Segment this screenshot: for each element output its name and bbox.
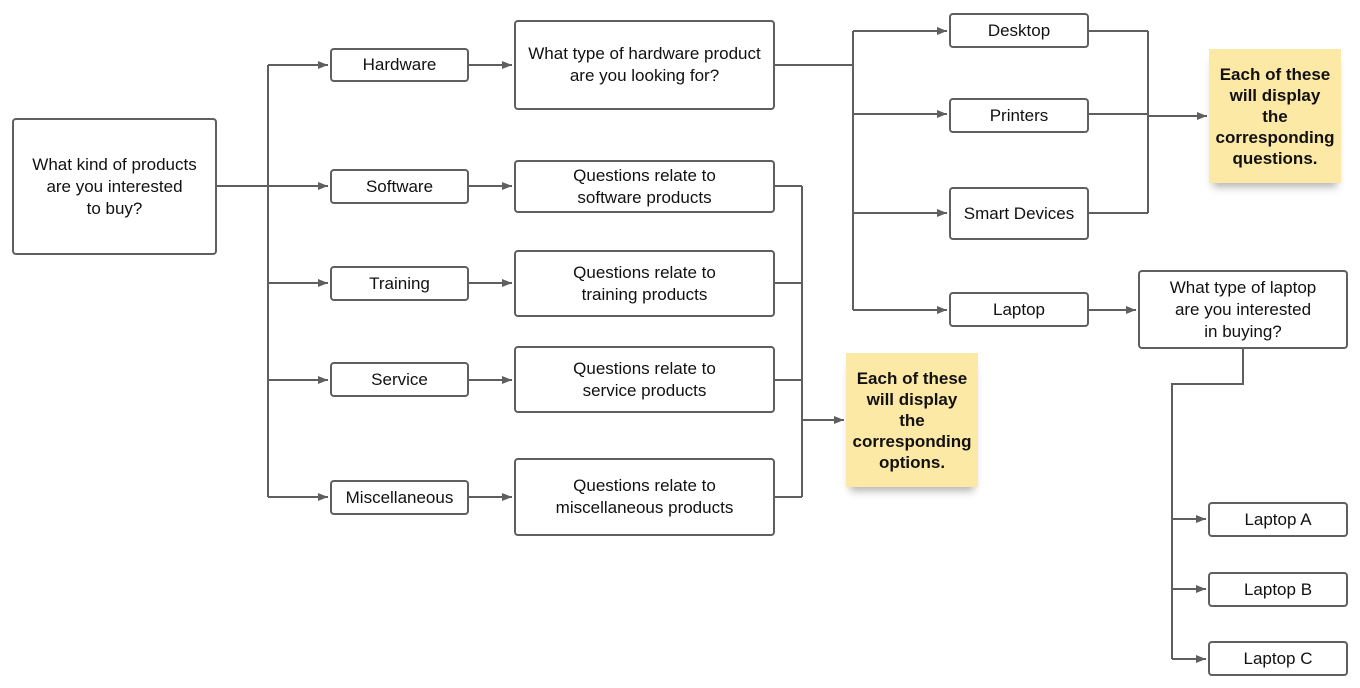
service-questions-node: Questions relate to service products bbox=[514, 346, 775, 413]
root-question-node: What kind of products are you interested… bbox=[12, 118, 217, 255]
laptop-c-node: Laptop C bbox=[1208, 641, 1348, 676]
software-questions-node: Questions relate to software products bbox=[514, 160, 775, 213]
connector bbox=[1089, 30, 1149, 214]
laptop-question-node: What type of laptop are you interested i… bbox=[1138, 270, 1348, 349]
laptop-a-node: Laptop A bbox=[1208, 502, 1348, 537]
questions-sticky-note: Each of these will display the correspon… bbox=[1209, 49, 1341, 183]
laptop-node: Laptop bbox=[949, 292, 1089, 327]
connector bbox=[775, 31, 854, 310]
service-node: Service bbox=[330, 362, 469, 397]
options-sticky-note: Each of these will display the correspon… bbox=[846, 353, 978, 487]
printers-node: Printers bbox=[949, 98, 1089, 133]
training-node: Training bbox=[330, 266, 469, 301]
miscellaneous-questions-node: Questions relate to miscellaneous produc… bbox=[514, 458, 775, 536]
smart-devices-node: Smart Devices bbox=[949, 187, 1089, 240]
connector bbox=[775, 185, 803, 498]
desktop-node: Desktop bbox=[949, 13, 1089, 48]
miscellaneous-node: Miscellaneous bbox=[330, 480, 469, 515]
laptop-b-node: Laptop B bbox=[1208, 572, 1348, 607]
training-questions-node: Questions relate to training products bbox=[514, 250, 775, 317]
software-node: Software bbox=[330, 169, 469, 204]
hardware-node: Hardware bbox=[330, 48, 469, 82]
hardware-question-node: What type of hardware product are you lo… bbox=[514, 20, 775, 110]
